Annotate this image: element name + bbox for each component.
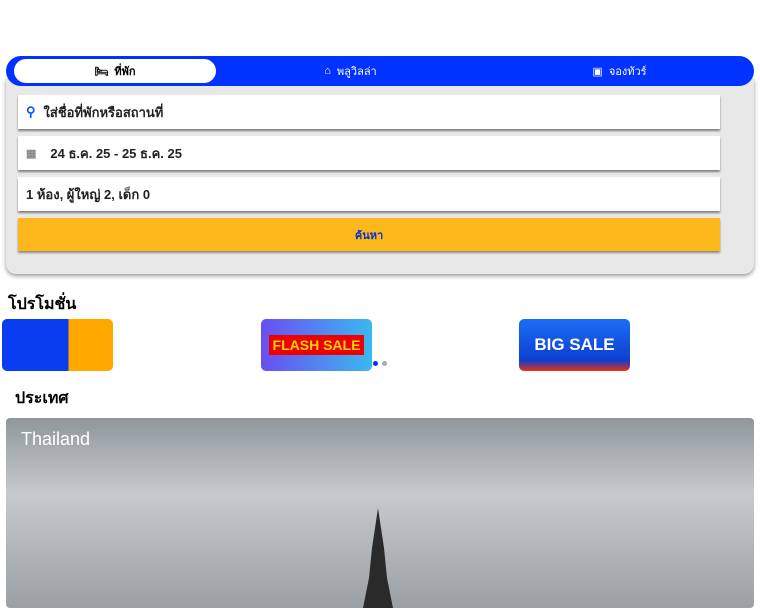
calendar-icon: ▦ [26, 147, 37, 160]
luggage-icon: ▣ [592, 65, 603, 78]
date-input[interactable]: ▦ 24 ธ.ค. 25 - 25 ธ.ค. 25 [18, 136, 720, 170]
temple-silhouette [363, 508, 393, 608]
search-button[interactable]: ค้นหา [18, 218, 720, 251]
country-title: ประเทศ [15, 390, 69, 407]
promotions-title: โปรโมชั่น [8, 296, 77, 313]
guests-input[interactable]: 1 ห้อง, ผู้ใหญ่ 2, เด็ก 0 [18, 177, 720, 211]
carousel-dot-active[interactable] [373, 361, 378, 366]
promo-banner-flash-sale[interactable]: FLASH SALE [261, 319, 372, 371]
category-tabs: 🛏 ที่พัก ⌂ พลูวิลล่า ▣ จองทัวร์ [6, 56, 754, 86]
tab-accommodation[interactable]: 🛏 ที่พัก [14, 59, 216, 83]
promo-banner-big-sale[interactable]: BIG SALE [519, 319, 630, 371]
carousel-dot[interactable] [382, 361, 387, 366]
promo-banner-1[interactable] [2, 319, 113, 371]
destination-input[interactable]: ⚲ ใส่ชื่อที่พักหรือสถานที่ [18, 95, 720, 129]
bed-icon: 🛏 [94, 65, 109, 78]
country-name: Thailand [21, 429, 91, 449]
country-card-thailand[interactable]: Thailand [6, 418, 754, 608]
search-icon: ⚲ [26, 104, 36, 119]
tab-tour[interactable]: ▣ จองทัวร์ [485, 59, 754, 83]
home-icon: ⌂ [324, 65, 331, 77]
tab-pool-villa[interactable]: ⌂ พลูวิลล่า [216, 59, 485, 83]
